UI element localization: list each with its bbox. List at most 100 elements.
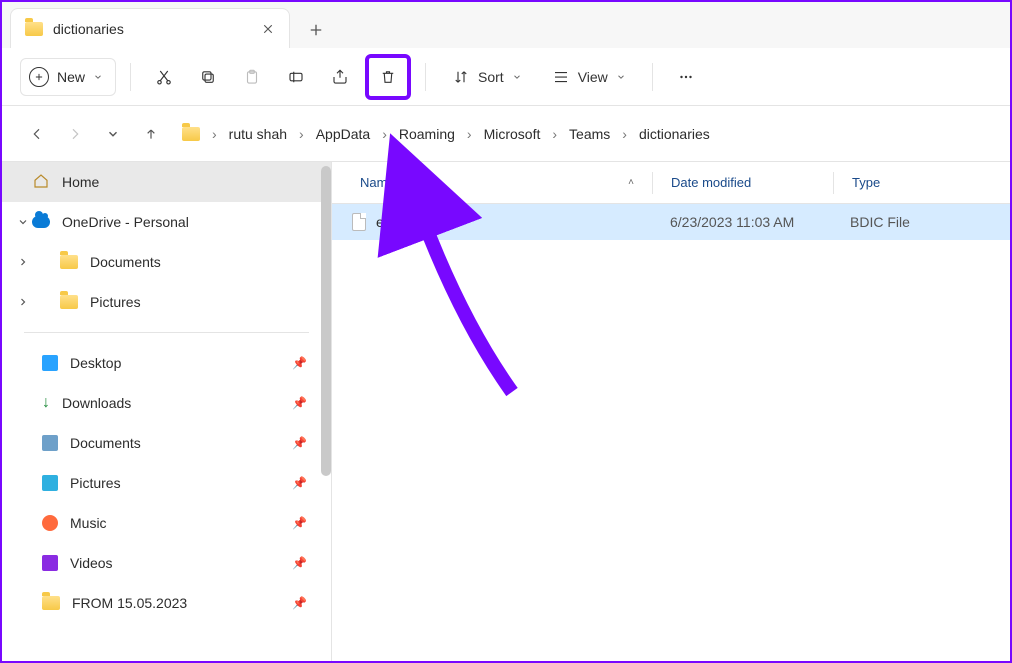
folder-icon	[42, 596, 60, 610]
pictures-icon	[42, 475, 58, 491]
breadcrumb-item[interactable]: AppData	[310, 122, 376, 146]
trash-icon	[379, 68, 397, 86]
chevron-right-icon: ›	[467, 126, 472, 142]
sidebar-item-desktop[interactable]: Desktop 📌	[2, 343, 331, 383]
sidebar-item-downloads[interactable]: ↓ Downloads 📌	[2, 383, 331, 423]
rename-button[interactable]	[277, 58, 315, 96]
delete-button-highlight	[365, 54, 411, 100]
pin-icon: 📌	[292, 556, 307, 570]
toolbar: New Sort View	[2, 48, 1010, 106]
cut-button[interactable]	[145, 58, 183, 96]
chevron-right-icon: ›	[382, 126, 387, 142]
folder-icon	[25, 22, 43, 36]
home-icon	[32, 172, 50, 193]
chevron-right-icon: ›	[552, 126, 557, 142]
sort-button[interactable]: Sort	[440, 58, 534, 96]
sort-ascending-icon: ˄	[628, 177, 634, 188]
up-button[interactable]	[134, 117, 168, 151]
column-header-name[interactable]: Name ˄	[332, 175, 652, 190]
chevron-right-icon: ›	[299, 126, 304, 142]
column-header-type[interactable]: Type	[834, 175, 1010, 190]
chevron-down-icon[interactable]	[16, 215, 30, 229]
sidebar-item-label: Desktop	[70, 355, 121, 371]
sidebar-item-label: Downloads	[62, 395, 131, 411]
new-button-label: New	[57, 69, 85, 85]
breadcrumb-item[interactable]: rutu shah	[223, 122, 293, 146]
chevron-right-icon[interactable]	[16, 255, 30, 269]
sidebar-item-label: Documents	[90, 254, 161, 270]
music-icon	[42, 515, 58, 531]
folder-icon	[60, 295, 78, 309]
sidebar-item-pictures[interactable]: Pictures 📌	[2, 463, 331, 503]
column-label: Type	[852, 175, 880, 190]
sidebar-item-label: Pictures	[70, 475, 121, 491]
sidebar-item-music[interactable]: Music 📌	[2, 503, 331, 543]
breadcrumb-item[interactable]: Teams	[563, 122, 616, 146]
sidebar-item-label: Home	[62, 174, 99, 190]
share-button[interactable]	[321, 58, 359, 96]
folder-icon	[182, 127, 200, 141]
file-row[interactable]: en-US.bdic 6/23/2023 11:03 AM BDIC File	[332, 204, 1010, 240]
file-icon	[352, 213, 366, 231]
chevron-right-icon: ›	[622, 126, 627, 142]
body: Home OneDrive - Personal Documents	[2, 162, 1010, 661]
sidebar-item-from-folder[interactable]: FROM 15.05.2023 📌	[2, 583, 331, 623]
paste-button	[233, 58, 271, 96]
ellipsis-icon	[677, 68, 695, 86]
sidebar-item-documents[interactable]: Documents 📌	[2, 423, 331, 463]
file-type: BDIC File	[832, 214, 1010, 230]
breadcrumb-item[interactable]: dictionaries	[633, 122, 716, 146]
chevron-right-icon: ›	[212, 126, 217, 142]
recent-locations-button[interactable]	[96, 117, 130, 151]
column-headers: Name ˄ Date modified Type	[332, 162, 1010, 204]
new-tab-button[interactable]	[298, 12, 334, 48]
tab-dictionaries[interactable]: dictionaries	[10, 8, 290, 48]
sidebar-item-onedrive-pictures[interactable]: Pictures	[2, 282, 331, 322]
sidebar-item-onedrive-documents[interactable]: Documents	[2, 242, 331, 282]
column-label: Name	[360, 175, 395, 190]
pin-icon: 📌	[292, 396, 307, 410]
separator	[130, 63, 131, 91]
view-label: View	[578, 69, 608, 85]
tab-strip: dictionaries	[2, 2, 1010, 48]
sidebar-item-label: Videos	[70, 555, 113, 571]
sort-label: Sort	[478, 69, 504, 85]
pin-icon: 📌	[292, 596, 307, 610]
navigation-pane: Home OneDrive - Personal Documents	[2, 162, 332, 661]
sidebar-item-home[interactable]: Home	[2, 162, 331, 202]
breadcrumb-item[interactable]: Roaming	[393, 122, 461, 146]
documents-icon	[42, 435, 58, 451]
view-icon	[552, 68, 570, 86]
new-button[interactable]: New	[20, 58, 116, 96]
onedrive-icon	[32, 216, 50, 228]
breadcrumb[interactable]: › rutu shah › AppData › Roaming › Micros…	[182, 122, 716, 146]
desktop-icon	[42, 355, 58, 371]
scrollbar-thumb[interactable]	[321, 166, 331, 476]
pin-icon: 📌	[292, 476, 307, 490]
sidebar-item-label: FROM 15.05.2023	[72, 595, 187, 611]
column-label: Date modified	[671, 175, 751, 190]
file-name: en-US.bdic	[376, 214, 445, 230]
file-list: Name ˄ Date modified Type en-US.bdic 6/2…	[332, 162, 1010, 661]
copy-button[interactable]	[189, 58, 227, 96]
pin-icon: 📌	[292, 356, 307, 370]
separator	[24, 332, 309, 333]
sidebar-item-videos[interactable]: Videos 📌	[2, 543, 331, 583]
forward-button	[58, 117, 92, 151]
sidebar-item-onedrive[interactable]: OneDrive - Personal	[2, 202, 331, 242]
file-date: 6/23/2023 11:03 AM	[652, 214, 832, 230]
view-button[interactable]: View	[540, 58, 638, 96]
sidebar-item-label: Pictures	[90, 294, 141, 310]
sort-icon	[452, 68, 470, 86]
folder-icon	[60, 255, 78, 269]
more-button[interactable]	[667, 58, 705, 96]
column-header-date[interactable]: Date modified	[653, 175, 833, 190]
chevron-right-icon[interactable]	[16, 295, 30, 309]
videos-icon	[42, 555, 58, 571]
delete-button[interactable]	[369, 58, 407, 96]
breadcrumb-item[interactable]: Microsoft	[478, 122, 547, 146]
pin-icon: 📌	[292, 436, 307, 450]
separator	[652, 63, 653, 91]
tab-close-button[interactable]	[261, 22, 275, 36]
back-button[interactable]	[20, 117, 54, 151]
